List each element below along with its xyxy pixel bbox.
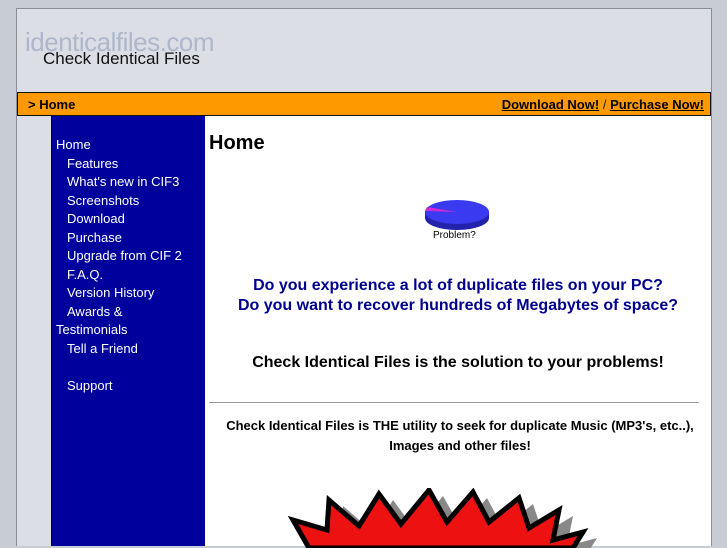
question-duplicates: Do you experience a lot of duplicate fil… [253,277,663,294]
main-content: Home Problem? Do you experience a lot of… [205,116,711,548]
purchase-now-link[interactable]: Purchase Now! [610,97,704,112]
question-space: Do you want to recover hundreds of Megab… [237,297,679,314]
top-bar-links: Download Now! / Purchase Now! [502,97,704,112]
sidebar-item-testimonials[interactable]: Testimonials [52,321,205,340]
sidebar: Home Features What's new in CIF3 Screens… [51,116,206,546]
sidebar-item-download[interactable]: Download [52,210,205,229]
page-frame: identicalfiles.com Check Identical Files… [16,8,712,548]
pie-label: Problem? [433,230,476,241]
sidebar-item-purchase[interactable]: Purchase [52,229,205,248]
sidebar-item-screenshots[interactable]: Screenshots [52,192,205,211]
utility-line-1: Check Identical Files is THE utility to … [226,418,694,433]
top-bar: > Home Download Now! / Purchase Now! [17,92,711,116]
sidebar-nav: Home Features What's new in CIF3 Screens… [52,136,205,395]
sidebar-item-faq[interactable]: F.A.Q. [52,266,205,285]
link-separator: / [602,97,607,112]
divider [209,402,699,403]
sidebar-item-home[interactable]: Home [52,136,205,155]
sidebar-item-features[interactable]: Features [52,155,205,174]
page-title: Home [209,132,265,154]
sidebar-item-support[interactable]: Support [52,377,205,396]
sidebar-item-version-history[interactable]: Version History [52,284,205,303]
solution-statement: Check Identical Files is the solution to… [252,354,664,371]
sidebar-spacer [52,358,205,377]
download-now-link[interactable]: Download Now! [502,97,600,112]
site-title: Check Identical Files [43,49,200,68]
starburst-graphic [287,488,597,548]
breadcrumb: > Home [28,97,76,112]
left-margin [17,116,51,546]
sidebar-item-awards[interactable]: Awards & [52,303,205,322]
site-header: identicalfiles.com Check Identical Files [17,9,711,92]
utility-description: Check Identical Files is THE utility to … [215,416,705,456]
sidebar-item-whats-new[interactable]: What's new in CIF3 [52,173,205,192]
sidebar-item-upgrade[interactable]: Upgrade from CIF 2 [52,247,205,266]
sidebar-item-tell-a-friend[interactable]: Tell a Friend [52,340,205,359]
utility-line-2: Images and other files! [389,438,531,453]
